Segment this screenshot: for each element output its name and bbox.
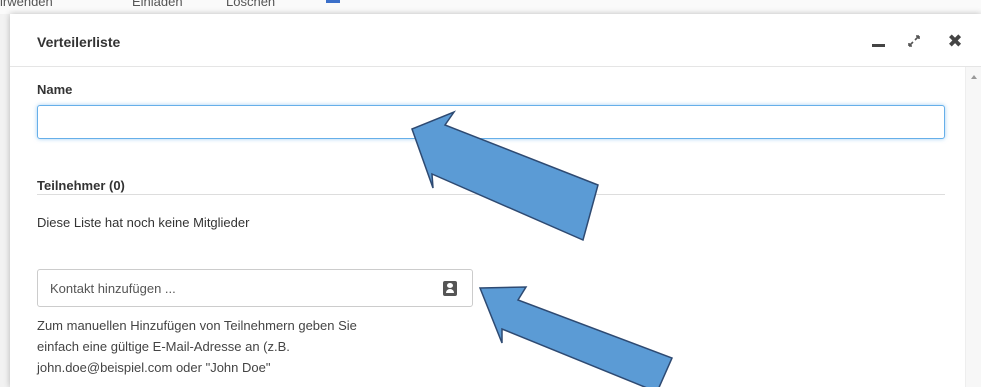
toolbar-item-einladen[interactable]: Einladen (132, 0, 183, 9)
minimize-icon[interactable] (868, 30, 890, 52)
dialog-title: Verteilerliste (37, 34, 121, 50)
name-input[interactable] (37, 105, 945, 139)
scroll-up-icon[interactable] (971, 75, 977, 79)
members-label: Teilnehmer (0) (37, 178, 125, 193)
divider (37, 194, 945, 195)
toolbar-item-verwenden[interactable]: irwenden (0, 0, 53, 9)
help-line: john.doe@beispiel.com oder "John Doe" (37, 360, 271, 375)
toolbar-indicator (326, 0, 340, 3)
add-contact-input[interactable] (38, 270, 418, 306)
dialog-header: Verteilerliste ✖ (10, 14, 981, 67)
name-label: Name (37, 82, 73, 97)
toolbar-item-loeschen[interactable]: Löschen (226, 0, 275, 9)
help-line: Zum manuellen Hinzufügen von Teilnehmern… (37, 318, 357, 333)
address-book-icon[interactable] (443, 281, 457, 296)
add-contact-field (37, 269, 473, 307)
scrollbar[interactable] (965, 67, 981, 387)
help-text: Zum manuellen Hinzufügen von Teilnehmern… (37, 315, 477, 378)
close-icon[interactable]: ✖ (944, 30, 966, 52)
distribution-list-dialog: Verteilerliste ✖ Name Teilnehmer (0) Die… (10, 14, 981, 387)
empty-members-message: Diese Liste hat noch keine Mitglieder (37, 215, 250, 230)
help-line: einfach eine gültige E-Mail-Adresse an (… (37, 339, 290, 354)
background-toolbar: irwenden Einladen Löschen (0, 0, 981, 14)
maximize-icon[interactable] (903, 30, 925, 52)
